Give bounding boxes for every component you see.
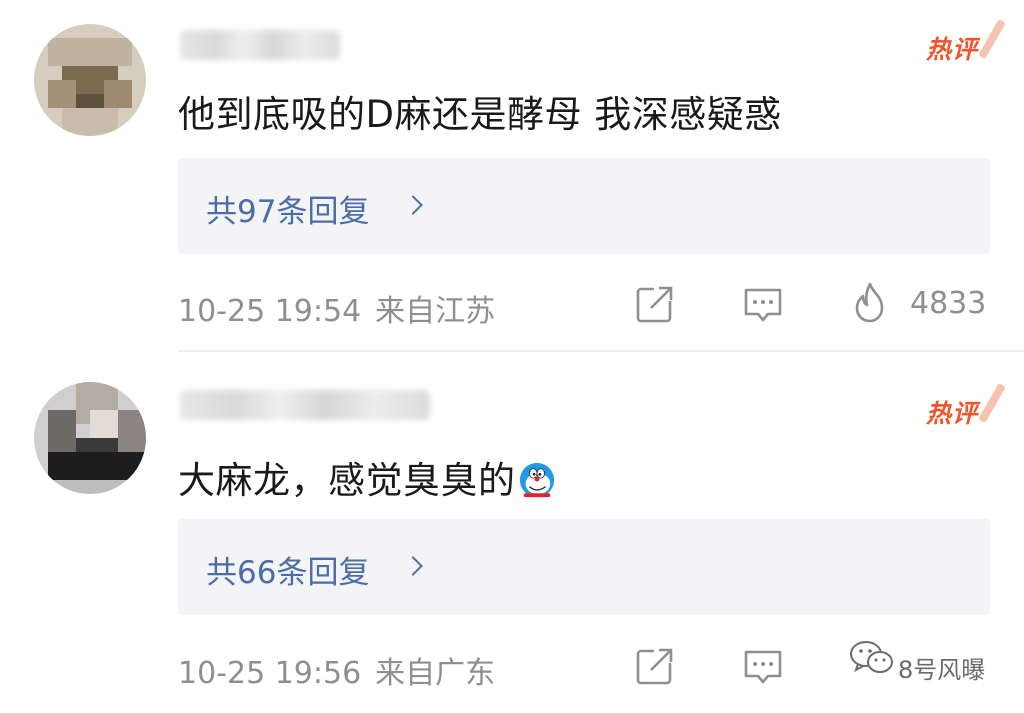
username-redacted[interactable] (180, 30, 340, 60)
chevron-right-icon (403, 556, 423, 576)
comment-location: 来自江苏 (375, 294, 496, 329)
avatar[interactable] (34, 382, 146, 494)
username-redacted[interactable] (180, 390, 430, 420)
comment-date: 10-25 19:56 (178, 656, 362, 691)
doraemon-emoji-icon (519, 462, 554, 498)
hot-comment-badge: 热评 (926, 30, 978, 66)
comment-meta: 10-25 19:56 来自广东 (178, 648, 495, 692)
comment-meta: 10-25 19:54 来自江苏 (178, 286, 495, 330)
chevron-right-icon (403, 195, 423, 215)
comment-icon[interactable] (742, 646, 784, 688)
watermark-text: 8号风曝 (898, 656, 986, 684)
share-icon[interactable] (634, 645, 676, 687)
wechat-icon (850, 641, 893, 673)
likes-count: 4833 (910, 286, 987, 321)
share-icon[interactable] (634, 283, 676, 325)
replies-box[interactable]: 共66条回复 (178, 519, 990, 615)
avatar[interactable] (34, 24, 146, 136)
replies-box[interactable]: 共97条回复 (178, 158, 990, 254)
view-replies-link[interactable]: 共66条回复 (206, 547, 369, 592)
view-replies-link[interactable]: 共97条回复 (206, 186, 369, 231)
comment-text-value: 大麻龙，感觉臭臭的 (178, 459, 516, 502)
comment-item: 热评 他到底吸的D麻还是酵母 我深感疑惑 共97条回复 10-25 19:54 来… (0, 0, 1024, 352)
hot-comment-badge: 热评 (926, 394, 978, 430)
comment-location: 来自广东 (375, 656, 496, 691)
like-fire-icon[interactable] (850, 280, 890, 324)
comment-text: 大麻龙，感觉臭臭的 (178, 450, 556, 504)
comment-item: 热评 大麻龙，感觉臭臭的 共66条回复 10-25 19:56 来自广东 8号风… (0, 352, 1024, 713)
comment-date: 10-25 19:54 (178, 294, 362, 329)
comment-icon[interactable] (742, 284, 784, 326)
comment-text: 他到底吸的D麻还是酵母 我深感疑惑 (178, 93, 782, 136)
